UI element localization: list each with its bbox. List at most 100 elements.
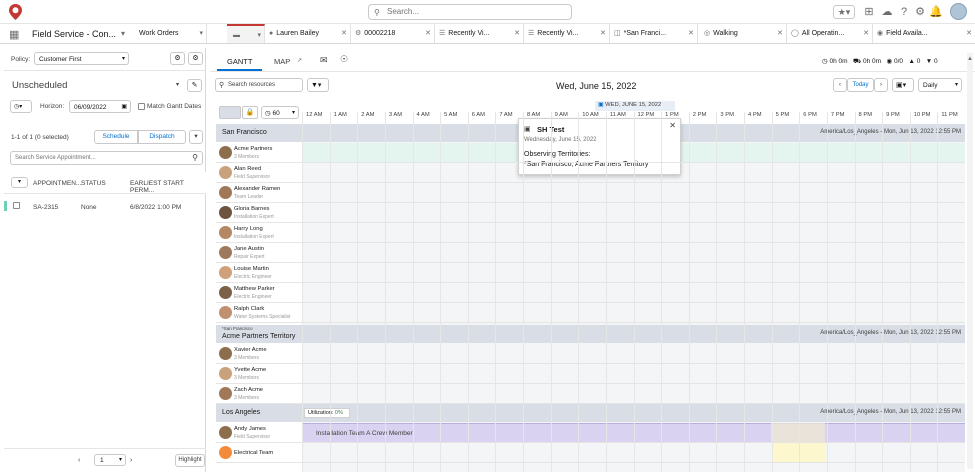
avatar xyxy=(219,367,232,380)
hour-label: 9 PM xyxy=(886,112,900,118)
resource-row[interactable]: Electrical Team xyxy=(216,443,302,463)
resource-row[interactable]: Jane Austin Repair Expert xyxy=(216,243,302,263)
resource-row[interactable]: Zach Acme 3 Members xyxy=(216,384,302,404)
resource-name[interactable]: Alan Reed xyxy=(234,166,261,172)
col-appointment[interactable]: APPOINTMEN... xyxy=(33,180,81,187)
tab-record-active[interactable]: ▬ ▾ xyxy=(227,24,265,43)
resource-name[interactable]: Andy James xyxy=(234,426,266,432)
col-status[interactable]: STATUS xyxy=(81,180,106,187)
territory-row[interactable]: *San Francisco Acme Partners Territory Ame… xyxy=(216,325,965,343)
page-select[interactable]: 1 ▾ xyxy=(94,454,126,466)
tab-gantt[interactable]: GANTT xyxy=(227,57,252,66)
tab-map[interactable]: MAP xyxy=(274,57,290,66)
highlight-button[interactable]: Highlight xyxy=(175,454,205,467)
resource-row[interactable]: Louise Martin Electric Engineer xyxy=(216,263,302,283)
resource-row[interactable]: Yvette Acme 3 Members xyxy=(216,364,302,384)
grid-column-line xyxy=(384,112,386,472)
calendar-icon[interactable]: ▣▾ xyxy=(892,78,914,92)
grid-row-line xyxy=(302,462,965,463)
chevron-left-icon[interactable]: ‹ xyxy=(78,457,80,464)
resource-name[interactable]: Electrical Team xyxy=(234,450,273,456)
row-checkbox[interactable] xyxy=(13,202,20,209)
resource-row[interactable]: Matthew Parker Electric Engineer xyxy=(216,283,302,303)
chevron-down-icon[interactable]: ▾ xyxy=(176,81,179,88)
tab-work-orders[interactable]: Work Orders ▾ xyxy=(133,24,207,43)
resource-name[interactable]: Xavier Acme xyxy=(234,347,267,353)
resource-name[interactable]: Alexander Ramen xyxy=(234,186,280,192)
match-gantt-checkbox[interactable] xyxy=(138,103,145,110)
mail-icon[interactable]: ✉ xyxy=(320,55,328,66)
resource-row[interactable]: Alexander Ramen Team Leader xyxy=(216,183,302,203)
resource-row[interactable]: Alan Reed Field Supervisor xyxy=(216,163,302,183)
bell-icon[interactable]: 🔔 xyxy=(929,5,943,19)
gantt-date: Wed, June 15, 2022 xyxy=(556,81,637,91)
gear-icon[interactable]: ⚙ xyxy=(913,5,927,19)
territory-icon: ◫ xyxy=(614,30,621,37)
tab-all-operating[interactable]: ◯ All Operatin... ✕ xyxy=(787,24,873,43)
resource-name[interactable]: Zach Acme xyxy=(234,387,263,393)
chevron-down-icon[interactable]: ▾ xyxy=(121,29,125,38)
today-button[interactable]: Today xyxy=(847,78,874,92)
tab-san-francisco[interactable]: ◫ *San Franci... ✕ xyxy=(610,24,698,43)
chevron-right-icon[interactable]: › xyxy=(130,457,132,464)
tab-recently-viewed-1[interactable]: ☰ Recently Vi... ✕ xyxy=(435,24,524,43)
resource-name[interactable]: Jane Austin xyxy=(234,246,264,252)
resource-name[interactable]: Yvette Acme xyxy=(234,367,266,373)
tab-lauren-bailey[interactable]: ● Lauren Bailey ✕ xyxy=(265,24,351,43)
territory-name: Acme Partners Territory xyxy=(222,333,296,340)
clock-filter-icon[interactable]: ◷▾ xyxy=(10,100,32,113)
settings-gear-icon[interactable]: ⚙ xyxy=(188,52,203,65)
view-select[interactable]: Daily ▾ xyxy=(918,78,962,92)
tab-recently-viewed-2[interactable]: ☰ Recently Vi... ✕ xyxy=(524,24,610,43)
dispatch-button[interactable]: Dispatch xyxy=(138,130,186,144)
tab-walking[interactable]: ◎ Walking ✕ xyxy=(698,24,787,43)
mask-icon[interactable]: ⚙ xyxy=(170,52,185,65)
resource-row[interactable]: Xavier Acme 3 Members xyxy=(216,344,302,364)
global-search-input[interactable]: ⚲ Search... xyxy=(368,4,572,20)
chevron-down-icon[interactable]: ▾ xyxy=(189,130,203,144)
user-avatar[interactable] xyxy=(950,3,967,20)
resource-name[interactable]: Matthew Parker xyxy=(234,286,275,292)
app-launcher-icon[interactable]: ▦ xyxy=(9,28,19,41)
resource-row[interactable]: Ralph Clark Water Systems Specialist xyxy=(216,303,302,323)
lock-icon[interactable]: 🔒 xyxy=(242,106,258,119)
filter-icon[interactable]: ▼▾ xyxy=(307,78,329,92)
resource-row[interactable]: Gloria Barnes Installation Expert xyxy=(216,203,302,223)
favorites-star-icon[interactable]: ★▾ xyxy=(833,5,855,19)
schedule-button[interactable]: Schedule xyxy=(94,130,138,144)
lightbulb-icon[interactable]: ☉ xyxy=(340,54,348,65)
grid-row-line xyxy=(302,442,965,443)
col-earliest-start[interactable]: EARLIEST START PERM... xyxy=(130,180,206,194)
resource-name[interactable]: Acme Partners xyxy=(234,146,272,152)
scroll-up-icon[interactable]: ▲ xyxy=(967,56,973,62)
resource-row[interactable]: Harry Long Installation Expert xyxy=(216,223,302,243)
edit-icon[interactable]: ✎ xyxy=(187,79,202,92)
tab-00002218[interactable]: ⚙ 00002218 ✕ xyxy=(351,24,435,43)
chevron-right-icon[interactable]: › xyxy=(874,78,888,92)
select-all-dropdown[interactable]: ▾ xyxy=(11,177,28,188)
appointment-search-input[interactable]: Search Service Appointment... ⚲ xyxy=(10,151,203,165)
resource-role: 3 Members xyxy=(234,395,260,401)
add-icon[interactable]: ⊞ xyxy=(862,5,876,19)
zoom-select[interactable]: ◷ 60 ▾ xyxy=(261,106,299,119)
chevron-left-icon[interactable]: ‹ xyxy=(833,78,847,92)
search-icon: ⚲ xyxy=(374,8,380,17)
help-icon[interactable]: ? xyxy=(897,5,911,19)
resource-name[interactable]: Harry Long xyxy=(234,226,263,232)
resource-row[interactable]: Andy James Field Supervisor xyxy=(216,423,302,443)
policy-select[interactable]: Customer First ▾ xyxy=(34,52,129,65)
cloud-icon[interactable]: ☁ xyxy=(880,5,894,19)
select-box[interactable] xyxy=(219,106,241,119)
resource-row[interactable]: Acme Partners 3 Members xyxy=(216,143,302,163)
resource-search-input[interactable]: ⚲ Search resources xyxy=(215,78,303,92)
external-link-icon[interactable]: ↗ xyxy=(297,57,302,64)
resource-name[interactable]: Gloria Barnes xyxy=(234,206,269,212)
grid-row-line xyxy=(302,383,965,384)
row-appointment[interactable]: SA-2315 xyxy=(33,204,58,211)
tab-field-availability[interactable]: ◉ Field Availa... ✕ xyxy=(873,24,975,43)
resource-name[interactable]: Ralph Clark xyxy=(234,306,264,312)
table-row[interactable]: SA-2315 None 6/8/2022 1:00 PM xyxy=(4,198,206,216)
horizon-date-input[interactable]: 06/09/2022 ▣ xyxy=(69,100,131,113)
close-icon[interactable]: ✕ xyxy=(669,121,676,130)
resource-name[interactable]: Louise Martin xyxy=(234,266,269,272)
